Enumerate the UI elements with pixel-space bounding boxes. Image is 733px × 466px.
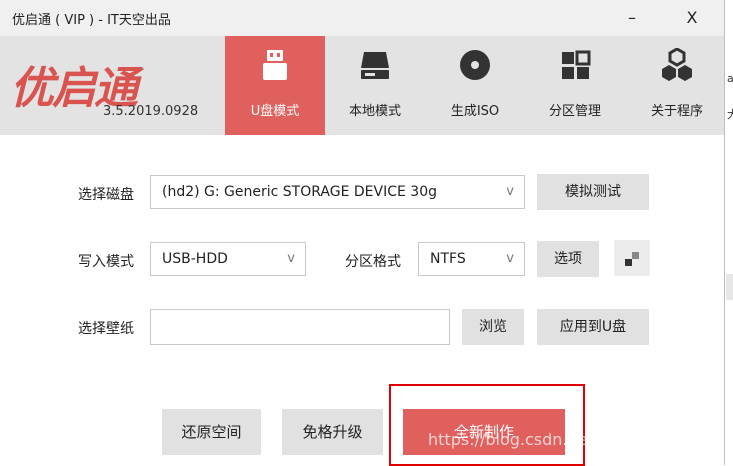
partition-format-value: NTFS: [430, 251, 466, 267]
browse-button[interactable]: 浏览: [462, 309, 524, 345]
app-window: 优启通 ( VIP ) - IT天空出品 – X 优启通 3.5.2019.09…: [0, 0, 724, 466]
tab-usb-mode[interactable]: U盘模式: [225, 36, 325, 135]
write-mode-value: USB-HDD: [162, 251, 228, 267]
tab-label: U盘模式: [250, 104, 300, 119]
minimize-button[interactable]: –: [612, 5, 652, 31]
disk-select-value: (hd2) G: Generic STORAGE DEVICE 30g: [162, 184, 437, 200]
tab-label: 关于程序: [650, 104, 703, 119]
upgrade-without-format-button[interactable]: 免格升级: [282, 409, 383, 455]
restore-space-button[interactable]: 还原空间: [162, 409, 261, 455]
edge-fragment: a: [727, 72, 733, 85]
background-window-edge: a 大: [724, 0, 733, 465]
chevron-down-icon: v: [287, 251, 295, 266]
tab-create-iso[interactable]: 生成ISO: [425, 36, 525, 135]
watermark-text: https://blog.csdn.net/u014582342: [428, 430, 701, 449]
wallpaper-path-input[interactable]: [150, 309, 450, 345]
tab-label: 生成ISO: [450, 104, 500, 119]
header-banner: 优启通 3.5.2019.0928 U盘模式 本地模式 生成ISO 分区管理 关…: [0, 36, 724, 135]
tab-local-mode[interactable]: 本地模式: [325, 36, 425, 135]
partition-grid-icon: [562, 50, 591, 79]
write-mode-select[interactable]: USB-HDD v: [150, 242, 306, 276]
extra-settings-button[interactable]: [614, 240, 650, 276]
small-blocks-icon: [625, 252, 639, 266]
close-button[interactable]: X: [672, 5, 712, 31]
partition-format-label: 分区格式: [345, 254, 401, 270]
tab-partition-manage[interactable]: 分区管理: [525, 36, 625, 135]
app-version: 3.5.2019.0928: [103, 104, 199, 119]
disc-icon: [460, 50, 490, 80]
simulate-test-button[interactable]: 模拟测试: [537, 174, 649, 210]
apply-to-usb-button[interactable]: 应用到U盘: [537, 309, 649, 345]
tab-about[interactable]: 关于程序: [627, 36, 727, 135]
disk-label: 选择磁盘: [78, 187, 134, 203]
chevron-down-icon: v: [506, 184, 514, 199]
title-bar[interactable]: 优启通 ( VIP ) - IT天空出品 – X: [0, 0, 724, 36]
tab-label: 分区管理: [548, 104, 601, 119]
edge-strip: [726, 274, 733, 300]
chevron-down-icon: v: [506, 251, 514, 266]
write-mode-label: 写入模式: [78, 254, 134, 270]
options-button[interactable]: 选项: [537, 241, 599, 277]
annotation-highlight-box: [389, 384, 585, 466]
disk-select[interactable]: (hd2) G: Generic STORAGE DEVICE 30g v: [150, 175, 525, 209]
tab-label: 本地模式: [348, 104, 401, 119]
hexagon-cluster-icon: [662, 48, 692, 81]
hard-drive-icon: [361, 52, 389, 79]
window-title: 优启通 ( VIP ) - IT天空出品: [12, 13, 171, 28]
partition-format-select[interactable]: NTFS v: [418, 242, 525, 276]
usb-drive-icon: [263, 50, 287, 80]
edge-fragment: 大: [727, 108, 733, 121]
wallpaper-label: 选择壁纸: [78, 321, 134, 337]
